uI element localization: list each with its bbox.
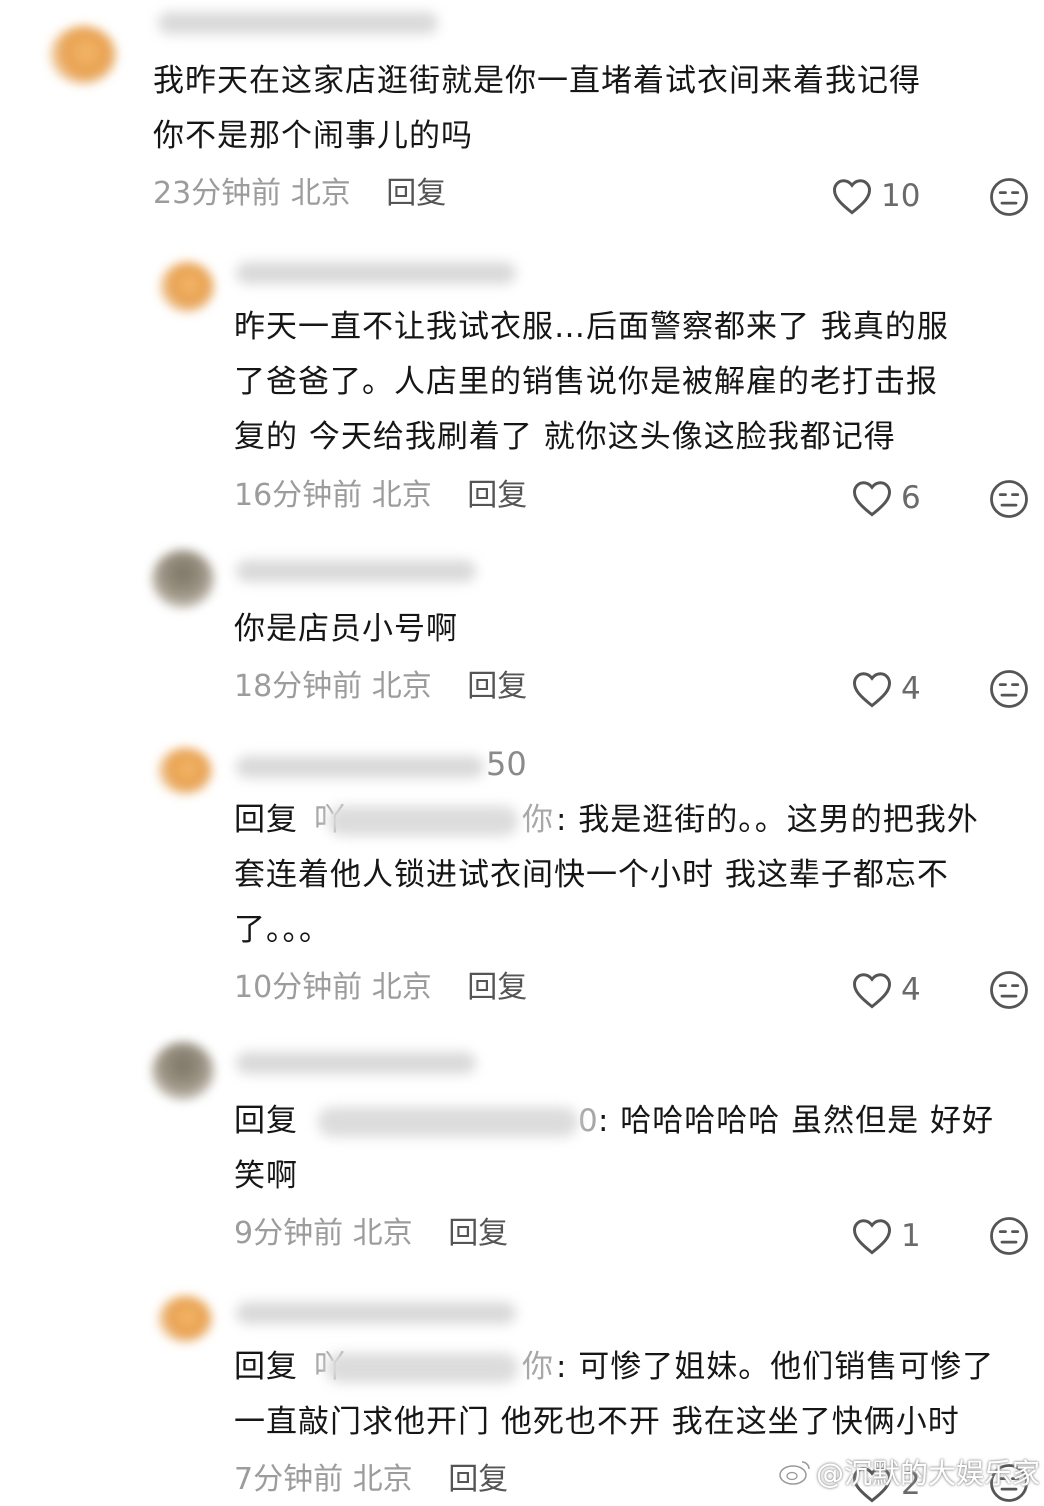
comment-text: 昨天一直不让我试衣服…后面警察都来了 我真的服 了爸爸了。人店里的销售说你是被解… — [234, 309, 949, 455]
mention-username[interactable] — [328, 806, 518, 836]
avatar[interactable] — [158, 1296, 212, 1342]
username[interactable] — [158, 12, 438, 34]
like-button[interactable]: 6 — [851, 476, 921, 520]
username[interactable] — [236, 262, 516, 284]
username[interactable] — [236, 1052, 476, 1074]
comment-meta: 18分钟前 北京 回复 — [234, 667, 527, 707]
reply-button[interactable]: 回复 — [467, 478, 527, 513]
location: 北京 — [290, 176, 351, 211]
location: 北京 — [352, 1462, 413, 1497]
watermark: @沉默的大娱乐家 — [778, 1452, 1040, 1492]
comment-text: 你是店员小号啊 — [234, 611, 458, 647]
comment-line: : 可惨了姐妹。他们销售可惨了 — [556, 1349, 995, 1385]
avatar[interactable] — [160, 262, 214, 312]
weibo-logo-icon — [779, 1461, 810, 1485]
reply-button[interactable]: 回复 — [448, 1462, 508, 1497]
dislike-face-icon[interactable] — [988, 176, 1030, 218]
heart-outline-icon — [853, 481, 891, 517]
timestamp: 23分钟前 — [153, 176, 282, 211]
comment-text: 回复 0 : 哈哈哈哈哈 虽然但是 好好 笑啊 — [234, 1094, 993, 1204]
like-button[interactable]: 1 — [851, 1214, 921, 1258]
like-button[interactable]: 4 — [851, 667, 921, 711]
comment-meta: 23分钟前 北京 回复 — [153, 174, 446, 214]
reply-button[interactable]: 回复 — [467, 970, 527, 1005]
comment-meta: 16分钟前 北京 回复 — [234, 476, 527, 516]
location: 北京 — [352, 1216, 413, 1251]
timestamp: 7分钟前 — [234, 1462, 344, 1497]
comment-meta: 10分钟前 北京 回复 — [234, 968, 527, 1008]
like-button[interactable]: 10 — [831, 174, 920, 218]
avatar[interactable] — [152, 550, 214, 608]
heart-outline-icon — [853, 1219, 891, 1255]
avatar[interactable] — [158, 748, 212, 794]
reply-prefix: 回复 — [234, 1349, 298, 1385]
like-button[interactable]: 4 — [851, 968, 921, 1012]
reply-prefix: 回复 — [234, 802, 298, 838]
like-count: 4 — [901, 972, 921, 1008]
comment-meta: 9分钟前 北京 回复 — [234, 1214, 508, 1254]
mention-username[interactable] — [318, 1107, 578, 1137]
reply-button[interactable]: 回复 — [448, 1216, 508, 1251]
comment-line: : 哈哈哈哈哈 虽然但是 好好 — [598, 1103, 995, 1139]
mention-end: 你 — [522, 1349, 554, 1385]
timestamp: 10分钟前 — [234, 970, 363, 1005]
timestamp: 9分钟前 — [234, 1216, 344, 1251]
timestamp: 18分钟前 — [234, 669, 363, 704]
dislike-face-icon[interactable] — [988, 478, 1030, 520]
username-fragment: 50 — [486, 745, 527, 783]
reply-prefix: 回复 — [234, 1103, 298, 1139]
watermark-text: @沉默的大娱乐家 — [816, 1457, 1041, 1490]
reply-button[interactable]: 回复 — [386, 176, 446, 211]
comment-text: 我昨天在这家店逛街就是你一直堵着试衣间来着我记得 你不是那个闹事儿的吗 — [153, 63, 921, 154]
like-count: 4 — [901, 671, 921, 707]
heart-outline-icon — [853, 672, 891, 708]
mention-username[interactable] — [326, 1353, 518, 1383]
reply-button[interactable]: 回复 — [467, 669, 527, 704]
like-count: 6 — [901, 480, 921, 516]
timestamp: 16分钟前 — [234, 478, 363, 513]
like-count: 10 — [881, 178, 921, 214]
location: 北京 — [371, 669, 432, 704]
dislike-face-icon[interactable] — [988, 969, 1030, 1011]
username[interactable] — [236, 1302, 516, 1324]
like-count: 1 — [901, 1218, 921, 1254]
comment-meta: 7分钟前 北京 回复 — [234, 1460, 508, 1500]
heart-outline-icon — [833, 179, 871, 215]
dislike-face-icon[interactable] — [988, 668, 1030, 710]
mention-end: 0 — [578, 1103, 599, 1139]
dislike-face-icon[interactable] — [988, 1215, 1030, 1257]
location: 北京 — [371, 970, 432, 1005]
avatar[interactable] — [50, 26, 116, 84]
mention-end: 你 — [522, 802, 554, 838]
username[interactable] — [236, 756, 484, 778]
heart-outline-icon — [853, 973, 891, 1009]
avatar[interactable] — [152, 1042, 214, 1100]
location: 北京 — [371, 478, 432, 513]
comment-line: : 我是逛街的。。这男的把我外 — [556, 802, 979, 838]
username[interactable] — [236, 560, 476, 582]
